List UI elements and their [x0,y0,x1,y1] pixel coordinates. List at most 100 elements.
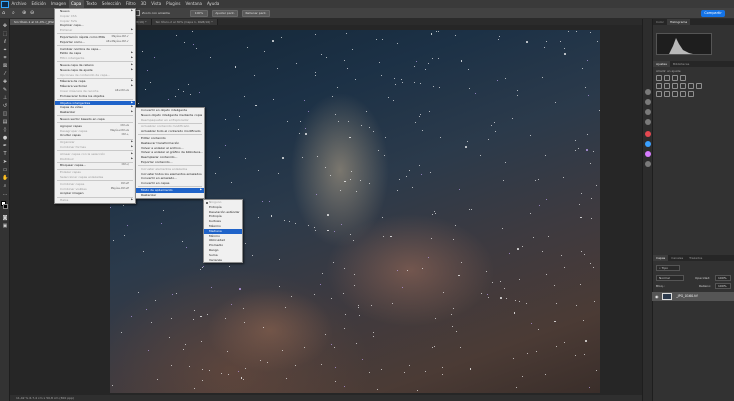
creative-cloud-icon-purple[interactable] [645,151,651,157]
visibility-eye-icon[interactable]: ◉ [655,292,659,301]
fill-input[interactable]: 100% [715,283,731,289]
frame-tool-icon[interactable]: ⊠ [2,63,8,69]
eyedropper-tool-icon[interactable]: ⁄ [2,71,8,77]
layer-filter-select[interactable]: ⌕ Tipo [656,265,680,271]
star [592,266,594,268]
photo-filter-icon[interactable] [688,83,694,89]
share-button[interactable]: Compartir [701,10,725,17]
clone-stamp-icon[interactable]: ⊥ [2,95,8,101]
capa-menu-item[interactable]: Enmascarar todos los objetos [55,94,135,99]
star [330,174,332,176]
pen-tool-icon[interactable]: ✒ [2,143,8,149]
history-panel-icon[interactable] [645,89,651,95]
hand-tool-icon[interactable]: ✋ [2,175,8,181]
smart-menu-item[interactable]: Rasterizar [136,193,204,198]
path-select-icon[interactable]: ➤ [2,159,8,165]
layer-name[interactable]: _JPG_0160.tif [676,292,698,301]
channel-mixer-icon[interactable] [696,83,702,89]
smart-menu-item[interactable]: Exportar contenido... [136,160,204,165]
menu-ayuda[interactable]: Ayuda [204,0,221,8]
menu-edicion[interactable]: Edición [29,0,48,8]
char-panel-icon[interactable] [645,119,651,125]
menu-plugins[interactable]: Plugins [164,0,183,8]
tab-ajustes[interactable]: Ajustes [653,61,670,67]
move-tool-icon[interactable]: ✥ [2,23,8,29]
stack-menu-item[interactable]: Varianza [204,258,242,263]
threshold-icon[interactable] [672,91,678,97]
gradient-map-icon[interactable] [680,91,686,97]
star [344,313,346,315]
creative-cloud-icon-blue[interactable] [645,141,651,147]
menu-seleccion[interactable]: Selección [99,0,123,8]
dodge-tool-icon[interactable]: ● [2,135,8,141]
rectangle-tool-icon[interactable]: ▭ [2,167,8,173]
smart-menu-item[interactable]: Convertir en capas [136,181,204,186]
brightness-icon[interactable] [656,75,662,81]
marquee-tool-icon[interactable]: ⬚ [2,31,8,37]
tab-trazados[interactable]: Trazados [686,255,705,261]
color-balance-icon[interactable] [672,83,678,89]
zoom-tool-icon-2[interactable]: ⌕ [2,183,8,189]
levels-icon[interactable] [664,75,670,81]
star [514,299,516,301]
star [497,38,499,40]
zoom-out-icon[interactable]: ⊖ [30,10,36,16]
blend-mode-select[interactable]: Normal [656,275,684,281]
menu-capa[interactable]: Capa [68,0,84,8]
blur-tool-icon[interactable]: ◊ [2,127,8,133]
zoom-tool-icon[interactable]: ⌕ [12,10,18,16]
home-icon[interactable]: ⌂ [2,10,8,16]
healing-brush-icon[interactable]: ✚ [2,79,8,85]
creative-cloud-icon-red[interactable] [645,131,651,137]
gradient-tool-icon[interactable]: ▤ [2,119,8,125]
menu-vista[interactable]: Vista [149,0,164,8]
capa-menu-item[interactable]: Exportar como... Alt+Mayús+Ctrl+' [55,40,135,45]
invert-icon[interactable] [656,91,662,97]
curves-icon[interactable] [672,75,678,81]
vibrance-icon[interactable] [656,83,662,89]
opacity-input[interactable]: 100% [715,275,731,281]
menu-3d[interactable]: 3D [138,0,149,8]
capa-menu-item[interactable]: Nuevo sector basado en capa [55,117,135,122]
eraser-tool-icon[interactable]: ◫ [2,111,8,117]
tab-canales[interactable]: Canales [668,255,686,261]
layer-row[interactable]: ◉ _JPG_0160.tif [652,292,734,301]
paragraph-panel-icon[interactable] [645,161,651,167]
quick-mask-icon[interactable]: ◙ [2,215,8,221]
tab-color[interactable]: Color [653,19,667,25]
quick-select-tool-icon[interactable]: ⌖ [2,47,8,53]
type-tool-icon[interactable]: T [2,151,8,157]
screen-mode-icon[interactable]: ▣ [2,223,8,229]
brush-tool-icon[interactable]: ✎ [2,87,8,93]
menu-archivo[interactable]: Archivo [9,0,29,8]
capa-menu-item[interactable]: Rasterizar ▶ [55,110,135,115]
menu-filtro[interactable]: Filtro [123,0,138,8]
selective-color-icon[interactable] [688,91,694,97]
exposure-icon[interactable] [680,75,686,81]
menu-texto[interactable]: Texto [84,0,100,8]
lasso-tool-icon[interactable]: ℓ [2,39,8,45]
btn-fit-screen[interactable]: Ajustar pant. [212,10,238,17]
zoom-in-icon[interactable]: ⊕ [22,10,28,16]
history-brush-icon[interactable]: ↺ [2,103,8,109]
hue-sat-icon[interactable] [664,83,670,89]
more-tools-icon[interactable]: … [2,191,8,197]
tab-histogram[interactable]: Histograma [666,19,691,25]
tab-capas[interactable]: Capas [653,255,669,261]
capa-menu-item[interactable]: Bloquear capas... Ctrl+/ [55,163,135,168]
smart-menu-item[interactable]: Actualizar todo el contenido modificado [136,129,204,134]
posterize-icon[interactable] [664,91,670,97]
properties-panel-icon[interactable] [645,99,651,105]
btn-100[interactable]: 100% [190,10,208,17]
menu-ventana[interactable]: Ventana [183,0,204,8]
menu-imagen[interactable]: Imagen [48,0,68,8]
btn-fill-screen[interactable]: Rellenar pant. [242,10,270,17]
capa-menu-item[interactable]: Ocultar capas Ctrl+, [55,133,135,138]
milky-way-image[interactable] [110,30,600,393]
crop-tool-icon[interactable]: ⌗ [2,55,8,61]
brush-panel-icon[interactable] [645,109,651,115]
tab-bibliotecas[interactable]: Bibliotecas [670,61,692,67]
bw-icon[interactable] [680,83,686,89]
capa-menu-item[interactable]: Acoplar imagen [55,191,135,196]
background-color-swatch[interactable] [3,204,8,209]
